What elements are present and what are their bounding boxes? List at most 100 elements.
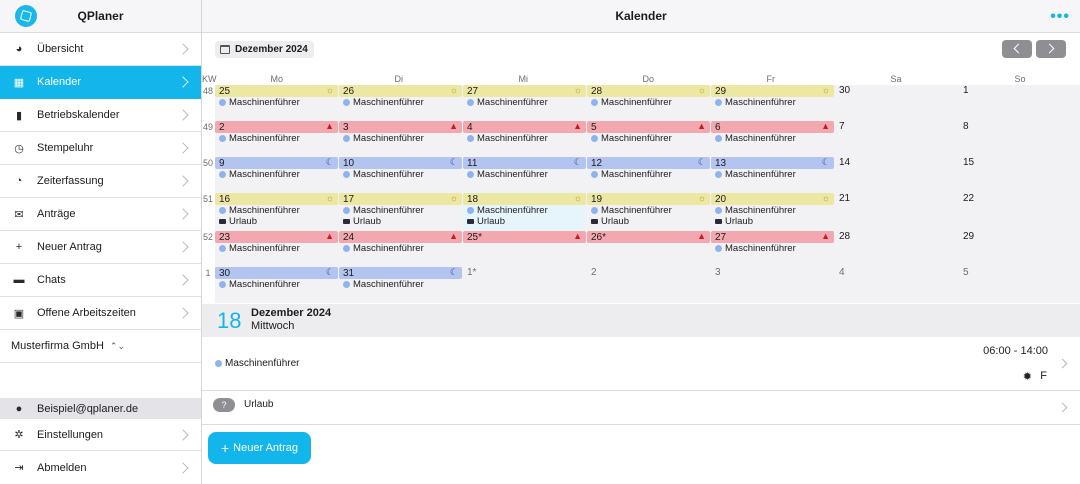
calendar-day-cell[interactable]: 13 ☾ Maschinenführer — [711, 157, 834, 193]
day-number: 5 — [963, 267, 969, 278]
company-switcher[interactable]: Musterfirma GmbH ⌃⌄ — [0, 330, 201, 363]
sidebar-item-betriebskalender[interactable]: ▮ Betriebskalender — [0, 99, 201, 132]
calendar-day-cell[interactable]: 26* ▲ — [587, 231, 710, 267]
sidebar-item-label: Anträge — [37, 208, 76, 220]
calendar-day-cell[interactable]: 27 ▲ Maschinenführer — [711, 231, 834, 267]
calendar-day-cell[interactable]: 28 — [835, 231, 958, 267]
shift-dot-icon — [219, 99, 226, 106]
gears-icon: ✲ — [14, 429, 24, 441]
calendar-day-cell[interactable]: 31 ☾ Maschinenführer — [339, 267, 462, 303]
calendar-day-cell[interactable]: 28 ☼ Maschinenführer — [587, 85, 710, 121]
calendar-day-cell[interactable]: 23 ▲ Maschinenführer — [215, 231, 338, 267]
calendar-day-cell[interactable]: 27 ☼ Maschinenführer — [463, 85, 586, 121]
sidebar-item-zeiterfassung[interactable]: ◔ Zeiterfassung — [0, 165, 201, 198]
weekday-header-0: Mo — [270, 74, 284, 84]
shift-dot-icon — [467, 99, 474, 106]
new-request-button[interactable]: + Neuer Antrag — [208, 432, 311, 464]
shift-entry: Maschinenführer — [339, 243, 462, 254]
sidebar-item-logout[interactable]: ⇥ Abmelden — [0, 451, 201, 484]
shift-day-chip: 28 ☼ — [587, 85, 710, 97]
calendar-icon: ▦ — [13, 76, 25, 89]
shift-entry: Maschinenführer — [339, 205, 462, 216]
shift-day-chip: 18 ☼ — [463, 193, 586, 205]
shift-entry-label: Maschinenführer — [601, 205, 672, 216]
sidebar-item-kalender[interactable]: ▦ Kalender — [0, 66, 201, 99]
calendar-day-cell[interactable]: 15 — [959, 157, 1080, 193]
calendar-day-cell[interactable]: 2 ▲ Maschinenführer — [215, 121, 338, 157]
calendar-day-cell[interactable]: 20 ☼ Maschinenführer Urlaub — [711, 193, 834, 229]
shift-entry: Maschinenführer — [215, 243, 338, 254]
calendar-day-cell[interactable]: 26 ☼ Maschinenführer — [339, 85, 462, 121]
calendar-day-cell[interactable]: 25* ▲ — [463, 231, 586, 267]
shift-dot-icon — [467, 171, 474, 178]
sidebar-item-settings[interactable]: ✲ Einstellungen — [0, 419, 201, 451]
calendar-check-icon: ▣ — [13, 307, 25, 320]
shift-entry: Maschinenführer — [711, 243, 834, 254]
month-picker[interactable]: Dezember 2024 — [215, 41, 314, 58]
week-number: 48 — [202, 86, 213, 96]
calendar-day-cell[interactable]: 12 ☾ Maschinenführer — [587, 157, 710, 193]
app-title: QPlaner — [77, 9, 124, 23]
next-month-button[interactable] — [1036, 40, 1066, 58]
more-options-icon[interactable]: ••• — [1050, 8, 1070, 26]
chevron-right-icon — [177, 461, 189, 474]
shift-entry: Maschinenführer — [215, 205, 338, 216]
sidebar-item-übersicht[interactable]: ◕ Übersicht — [0, 33, 201, 66]
calendar-day-cell[interactable]: 29 — [959, 231, 1080, 267]
sidebar-item-anträge[interactable]: ✉ Anträge — [0, 198, 201, 231]
leave-label: Urlaub — [244, 399, 274, 410]
shift-dot-icon — [343, 99, 350, 106]
shift-entry-label: Maschinenführer — [229, 97, 300, 108]
calendar-day-cell[interactable]: 14 — [835, 157, 958, 193]
calendar-day-cell[interactable]: 4 — [835, 267, 958, 303]
shift-detail-row[interactable]: Maschinenführer 06:00 - 14:00 ✹ F — [202, 338, 1080, 391]
calendar-day-cell[interactable]: 3 — [711, 267, 834, 303]
calendar-day-cell[interactable]: 22 — [959, 193, 1080, 229]
shift-entry: Maschinenführer — [339, 169, 462, 180]
calendar-day-cell[interactable]: 7 — [835, 121, 958, 157]
calendar-day-cell[interactable]: 11 ☾ Maschinenführer — [463, 157, 586, 193]
sidebar-item-chats[interactable]: ▬ Chats — [0, 264, 201, 297]
calendar-day-cell[interactable]: 9 ☾ Maschinenführer — [215, 157, 338, 193]
calendar-day-cell[interactable]: 1* — [463, 267, 586, 303]
calendar-day-cell[interactable]: 10 ☾ Maschinenführer — [339, 157, 462, 193]
calendar-day-cell[interactable]: 25 ☼ Maschinenführer — [215, 85, 338, 121]
calendar-day-cell[interactable]: 30 — [835, 85, 958, 121]
calendar-day-cell[interactable]: 3 ▲ Maschinenführer — [339, 121, 462, 157]
calendar-day-cell[interactable]: 16 ☼ Maschinenführer Urlaub — [215, 193, 338, 229]
calendar-day-cell[interactable]: 6 ▲ Maschinenführer — [711, 121, 834, 157]
shift-entry: Maschinenführer — [463, 133, 586, 144]
calendar-day-cell[interactable]: 18 ☼ Maschinenführer Urlaub — [463, 193, 586, 229]
shift-entry-label: Maschinenführer — [477, 169, 548, 180]
shift-day-chip: 3 ▲ — [339, 121, 462, 133]
sidebar-item-offene-arbeitszeiten[interactable]: ▣ Offene Arbeitszeiten — [0, 297, 201, 330]
calendar-day-cell[interactable]: 24 ▲ Maschinenführer — [339, 231, 462, 267]
stopwatch-icon: ◷ — [14, 142, 24, 155]
calendar-day-cell[interactable]: 29 ☼ Maschinenführer — [711, 85, 834, 121]
weekday-header-2: Mi — [518, 74, 529, 84]
shift-day-chip: 29 ☼ — [711, 85, 834, 97]
calendar-day-cell[interactable]: 2 — [587, 267, 710, 303]
sidebar-item-label: Übersicht — [37, 43, 84, 55]
user-email: Beispiel@qplaner.de — [37, 402, 139, 415]
sidebar-item-stempeluhr[interactable]: ◷ Stempeluhr — [0, 132, 201, 165]
sidebar-item-neuer-antrag[interactable]: + Neuer Antrag — [0, 231, 201, 264]
calendar-day-cell[interactable]: 5 ▲ Maschinenführer — [587, 121, 710, 157]
calendar-day-cell[interactable]: 30 ☾ Maschinenführer — [215, 267, 338, 303]
week-number: 50 — [202, 158, 213, 168]
leave-detail-row[interactable]: ? Urlaub — [202, 391, 1080, 425]
week-number: 52 — [202, 232, 213, 242]
day-number: 20 — [715, 193, 727, 205]
calendar-day-cell[interactable]: 1 — [959, 85, 1080, 121]
shift-entry-label: Maschinenführer — [353, 279, 424, 290]
calendar-day-cell[interactable]: 4 ▲ Maschinenführer — [463, 121, 586, 157]
calendar-day-cell[interactable]: 5 — [959, 267, 1080, 303]
shift-entry: Maschinenführer — [463, 97, 586, 108]
shift-dot-icon — [591, 135, 598, 142]
calendar-day-cell[interactable]: 17 ☼ Maschinenführer Urlaub — [339, 193, 462, 229]
calendar-day-cell[interactable]: 8 — [959, 121, 1080, 157]
calendar-day-cell[interactable]: 19 ☼ Maschinenführer Urlaub — [587, 193, 710, 229]
calendar-day-cell[interactable]: 21 — [835, 193, 958, 229]
chevron-right-icon — [177, 274, 189, 286]
previous-month-button[interactable] — [1002, 40, 1032, 58]
